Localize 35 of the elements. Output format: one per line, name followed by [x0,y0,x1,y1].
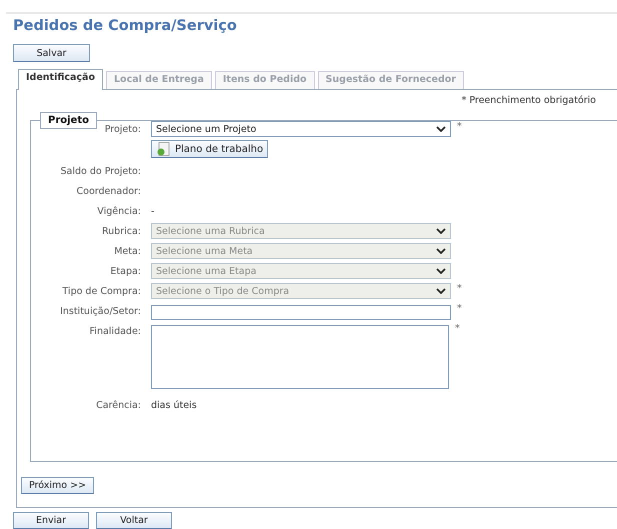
field-value: dias úteis [151,399,197,411]
field-label: Projeto: [104,123,141,135]
chevron-icon [436,126,446,132]
section-legend: Projeto [40,112,97,129]
required-mark: * [457,283,462,294]
chevron-icon [436,288,446,294]
chevron-icon [436,248,446,254]
document-icon [156,142,172,156]
field-label: Saldo do Projeto: [59,165,141,177]
required-mark: * [457,121,462,132]
input-field[interactable] [151,305,451,320]
page-title: Pedidos de Compra/Serviço [13,18,238,34]
text-area[interactable] [151,325,449,389]
field-value: - [151,205,154,217]
field-label: Carência: [95,399,141,411]
footer-button[interactable]: Voltar [96,512,172,529]
field-label: Coordenador: [76,185,141,197]
field-label: Finalidade: [88,325,141,337]
next-button[interactable]: Próximo >> [21,477,94,494]
required-mark: * [455,323,460,334]
field-label: Vigência: [96,205,141,217]
field-label: Etapa: [109,265,141,277]
chevron-icon [436,228,446,234]
chevron-icon [436,268,446,274]
save-button[interactable]: Salvar [13,44,90,62]
required-mark: * [457,303,462,314]
required-note: * Preenchimento obrigatório [462,95,596,106]
field-label: Rubrica: [100,225,141,237]
work-plan-button[interactable]: Plano de trabalho [151,140,268,158]
field-label: Tipo de Compra: [61,285,141,297]
dropdown[interactable]: Selecione um Projeto [151,121,451,137]
tab[interactable]: Identificação [18,69,103,90]
field-label: Instituição/Setor: [59,305,141,317]
footer-button[interactable]: Enviar [13,512,89,529]
field-label: Meta: [113,245,141,257]
